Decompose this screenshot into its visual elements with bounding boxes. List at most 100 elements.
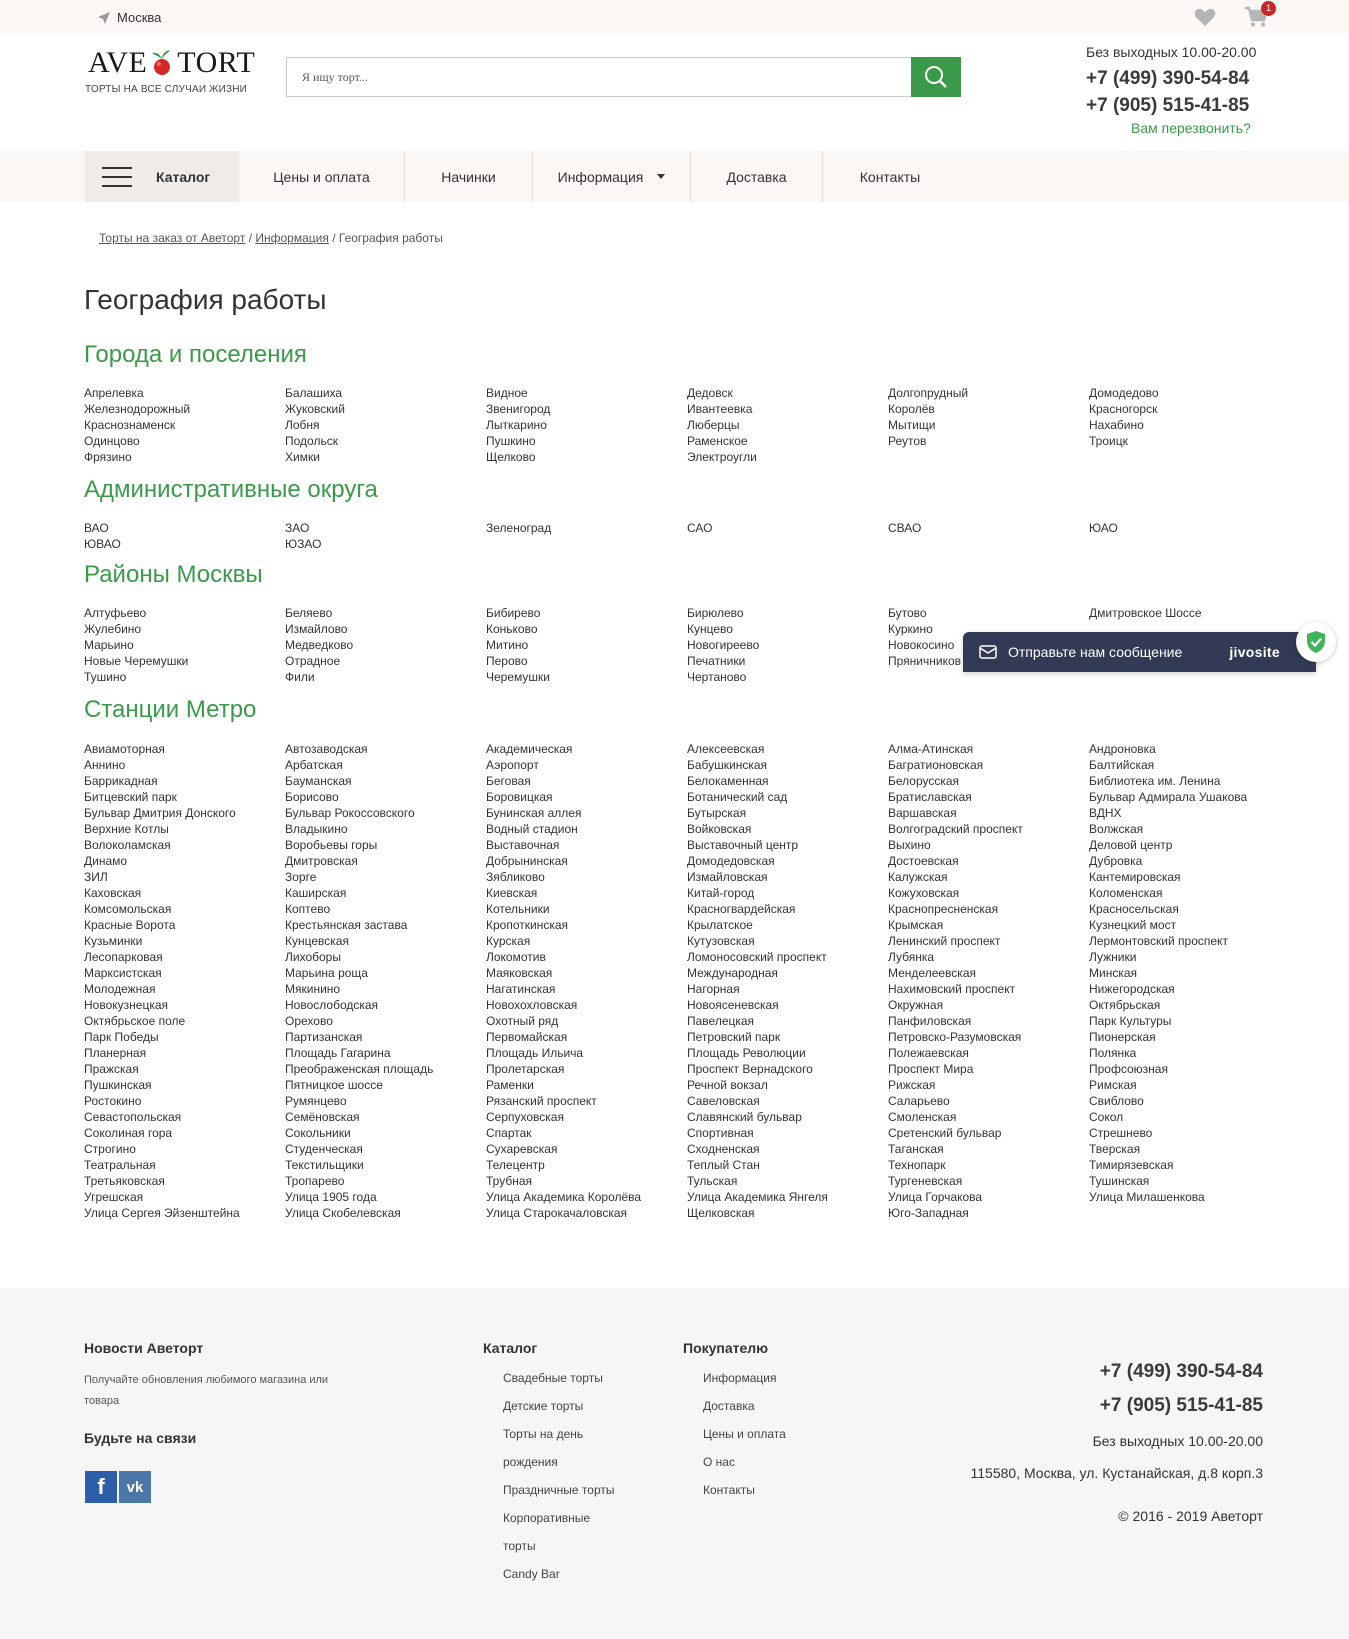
footer-catalog-list: Свадебные торты Детские торты Торты на ден…: [503, 1364, 623, 1588]
heart-icon[interactable]: [1194, 6, 1216, 28]
location-item: Печатники: [687, 654, 746, 668]
location-item: Севастопольская: [84, 1110, 182, 1124]
location-item: Семёновская: [285, 1110, 360, 1124]
location-item: Воробьевы горы: [285, 838, 378, 852]
location-item: Свиблово: [1089, 1094, 1144, 1108]
footer-link[interactable]: Candy Bar: [503, 1560, 623, 1588]
nav-item-info[interactable]: Информация: [533, 151, 691, 202]
location-item: Пролетарская: [486, 1062, 565, 1076]
footer-link[interactable]: Информация: [703, 1364, 843, 1392]
breadcrumb: Торты на заказ от Аветорт / Информация /…: [99, 231, 443, 245]
location-item: Зеленоград: [486, 521, 552, 535]
metro-list: Авиамоторная Аннино Баррикадная Битцевский …: [84, 741, 1286, 1221]
location-item: Серпуховская: [486, 1110, 564, 1124]
location-item: Коньково: [486, 622, 538, 636]
location-item: Тимирязевская: [1089, 1158, 1174, 1172]
footer-link[interactable]: Корпоративные торты: [503, 1504, 623, 1560]
location-item: Белокаменная: [687, 774, 769, 788]
search-input[interactable]: [287, 58, 907, 96]
nav-item-contacts[interactable]: Контакты: [823, 151, 957, 202]
footer-phone-1[interactable]: +7 (499) 390-54-84: [1100, 1361, 1263, 1383]
location-item: Краснознаменск: [84, 418, 176, 432]
location-item: Тушино: [84, 670, 127, 684]
city-selector[interactable]: Москва: [97, 10, 161, 25]
location-item: Видное: [486, 386, 528, 400]
breadcrumb-info[interactable]: Информация: [255, 231, 328, 245]
location-item: Улица 1905 года: [285, 1190, 377, 1204]
nav-item-fillings[interactable]: Начинки: [405, 151, 533, 202]
location-item: Новоясеневская: [687, 998, 779, 1012]
location-column: САО: [687, 520, 888, 552]
search-bar: [286, 57, 961, 97]
location-item: Звенигород: [486, 402, 551, 416]
location-item: Тушинская: [1089, 1174, 1150, 1188]
location-item: Площадь Гагарина: [285, 1046, 391, 1060]
location-item: ЮЗАО: [285, 537, 322, 551]
location-item: Нижегородская: [1089, 982, 1175, 996]
location-item: Кантемировская: [1089, 870, 1181, 884]
location-item: Рязанский проспект: [486, 1094, 597, 1108]
location-item: Смоленская: [888, 1110, 957, 1124]
location-item: Профсоюзная: [1089, 1062, 1168, 1076]
chat-security-badge[interactable]: [1296, 622, 1336, 662]
location-item: Отрадное: [285, 654, 341, 668]
footer-link[interactable]: Свадебные торты: [503, 1364, 623, 1392]
location-item: Бирюлево: [687, 606, 744, 620]
location-item: Новослободская: [285, 998, 379, 1012]
location-item: Балтийская: [1089, 758, 1155, 772]
location-item: Багратионовская: [888, 758, 984, 772]
nav-item-prices[interactable]: Цены и оплата: [239, 151, 405, 202]
nav-catalog-button[interactable]: Каталог: [85, 151, 239, 202]
footer-link[interactable]: Доставка: [703, 1392, 843, 1420]
location-item: Красносельская: [1089, 902, 1179, 916]
location-column: Бирюлево Кунцево Новогиреево Печатники Черта…: [687, 605, 888, 685]
location-item: Волгоградский проспект: [888, 822, 1023, 836]
footer-link[interactable]: Детские торты: [503, 1392, 623, 1420]
footer-link[interactable]: Праздничные торты: [503, 1476, 623, 1504]
location-item: Павелецкая: [687, 1014, 755, 1028]
location-item: Орехово: [285, 1014, 333, 1028]
working-hours: Без выходных 10.00-20.00: [1086, 44, 1257, 60]
location-item: Телецентр: [486, 1158, 545, 1172]
city-label: Москва: [117, 10, 162, 25]
location-item: Парк Победы: [84, 1030, 159, 1044]
facebook-icon[interactable]: f: [85, 1471, 117, 1503]
header-phone-1[interactable]: +7 (499) 390-54-84: [1086, 68, 1249, 90]
location-item: Дедовск: [687, 386, 733, 400]
location-column: ЮАО: [1089, 520, 1290, 552]
location-item: Пионерская: [1089, 1030, 1156, 1044]
callback-link[interactable]: Вам перезвонить?: [1131, 120, 1251, 136]
location-item: Парк Культуры: [1089, 1014, 1172, 1028]
nav-item-delivery[interactable]: Доставка: [691, 151, 823, 202]
location-item: ЮАО: [1089, 521, 1118, 535]
location-item: Лыткарино: [486, 418, 547, 432]
footer-phone-2[interactable]: +7 (905) 515-41-85: [1100, 1395, 1263, 1417]
footer-link[interactable]: Торты на день рождения: [503, 1420, 623, 1476]
location-item: Улица Горчакова: [888, 1190, 983, 1204]
location-item: Академическая: [486, 742, 573, 756]
search-button[interactable]: [911, 57, 961, 97]
footer-news-text: Получайте обновления любимого магазина и…: [84, 1374, 329, 1407]
location-item: Дмитровская: [285, 854, 358, 868]
location-column: Алтуфьево Жулебино Марьино Новые Черемушки Т…: [84, 605, 285, 685]
header-phone-2[interactable]: +7 (905) 515-41-85: [1086, 95, 1249, 117]
site-logo[interactable]: AVE TORT ТОРТЫ НА ВСЕ СЛУЧАИ ЖИЗНИ: [85, 46, 256, 95]
breadcrumb-home[interactable]: Торты на заказ от Аветорт: [99, 231, 245, 245]
location-item: Молодежная: [84, 982, 156, 996]
location-item: Кузнецкий мост: [1089, 918, 1177, 932]
footer-copyright: © 2016 - 2019 Аветорт: [1118, 1508, 1263, 1524]
chat-widget[interactable]: Отправьте нам сообщение jivosite: [963, 632, 1316, 672]
nav-catalog-label: Каталог: [156, 168, 211, 185]
location-item: Измайловская: [687, 870, 768, 884]
nav-item-label: Доставка: [726, 168, 787, 185]
location-item: Маяковская: [486, 966, 553, 980]
location-item: Новогиреево: [687, 638, 760, 652]
footer-link[interactable]: Контакты: [703, 1476, 843, 1504]
vk-icon[interactable]: vk: [119, 1471, 151, 1503]
location-item: Марьина роща: [285, 966, 368, 980]
footer-link[interactable]: Цены и оплата: [703, 1420, 843, 1448]
districts-list: ВАО ЮВАО ЗАО ЮЗАО Зеленоград САО СВАО ЮАО: [84, 520, 1286, 552]
logo-text-right: TORT: [177, 46, 256, 79]
section-title-cities: Города и поселения: [84, 341, 307, 368]
footer-link[interactable]: О нас: [703, 1448, 843, 1476]
